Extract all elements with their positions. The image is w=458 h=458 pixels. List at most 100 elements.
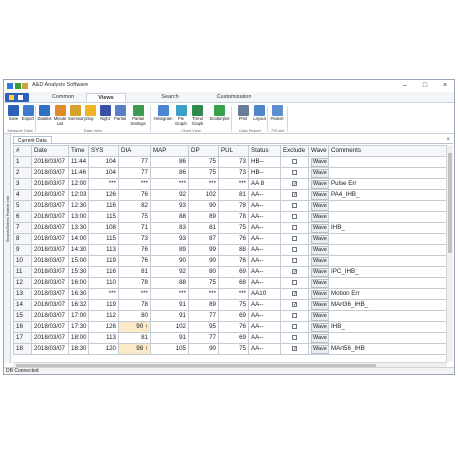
wave-button[interactable]: Wave: [311, 300, 328, 310]
column-header[interactable]: #: [13, 145, 32, 157]
export-button[interactable]: Export: [21, 105, 35, 122]
wave-button[interactable]: Wave: [311, 256, 328, 266]
cell-comment[interactable]: Pulse Err: [328, 177, 448, 190]
wave-button[interactable]: Wave: [311, 234, 328, 244]
vertical-scrollbar[interactable]: [446, 145, 453, 362]
partial-settings-button[interactable]: Partial Settings: [128, 105, 148, 126]
cell-comment[interactable]: MArt36_IHB_: [328, 298, 448, 311]
table-row[interactable]: 3 2018/03/07 12:00 *** *** *** *** *** AA 8 ✓ Wave…: [13, 177, 448, 190]
exclude-checkbox[interactable]: [292, 334, 297, 340]
wave-button[interactable]: Wave: [311, 157, 328, 167]
trend-graph-button[interactable]: Trend Graph: [190, 105, 205, 126]
minute-list-button[interactable]: Minute List: [53, 105, 67, 126]
file-menu-button[interactable]: [5, 93, 29, 102]
exclude-checkbox[interactable]: ✓: [292, 290, 297, 296]
quick-folder-icon[interactable]: [22, 83, 28, 89]
cell-comment[interactable]: [328, 166, 448, 179]
cell-comment[interactable]: PA4_IHB_: [328, 188, 448, 201]
wave-button[interactable]: Wave: [311, 333, 328, 343]
cell-comment[interactable]: [328, 309, 448, 322]
wave-button[interactable]: Wave: [311, 245, 328, 255]
table-row[interactable]: 13 2018/03/07 16:30 *** *** *** *** *** AA10 ✓ Wav…: [13, 287, 448, 300]
column-header[interactable]: DP: [188, 145, 219, 157]
minimize-button[interactable]: –: [398, 81, 412, 90]
cell-comment[interactable]: IPC_IHB_: [328, 265, 448, 278]
wave-button[interactable]: Wave: [311, 201, 328, 211]
scroll-thumb[interactable]: [448, 153, 452, 253]
cell-comment[interactable]: [328, 232, 448, 245]
cell-comment[interactable]: Motion Err: [328, 287, 448, 300]
exclude-checkbox[interactable]: [292, 235, 297, 241]
exclude-checkbox[interactable]: ✓: [292, 191, 297, 197]
table-row[interactable]: 7 2018/03/07 13:30 108 71 83 81 75 AA-- Wave IHB_: [13, 221, 448, 234]
exclude-checkbox[interactable]: [292, 169, 297, 175]
patient-side-panel[interactable]: Search/Select Patient Info: [4, 134, 11, 363]
cell-comment[interactable]: IHB_: [328, 320, 448, 333]
histogram-button[interactable]: Histogram: [152, 105, 174, 122]
exclude-checkbox[interactable]: ✓: [292, 180, 297, 186]
column-header[interactable]: Comments: [328, 145, 448, 157]
table-row[interactable]: 8 2018/03/07 14:00 115 73 93 87 76 AA-- Wave: [13, 232, 448, 245]
exclude-checkbox[interactable]: [292, 213, 297, 219]
quick-save-icon[interactable]: [15, 83, 21, 89]
wave-button[interactable]: Wave: [311, 289, 328, 299]
table-row[interactable]: 18 2018/03/07 18:30 120 98 ↑ 105 90 75 AA-- ✓ Wave…: [13, 342, 448, 355]
exclude-checkbox[interactable]: [292, 279, 297, 285]
night-button[interactable]: Night: [98, 105, 112, 122]
column-header[interactable]: Status: [248, 145, 281, 157]
wave-button[interactable]: Wave: [311, 267, 328, 277]
wave-button[interactable]: Wave: [311, 278, 328, 288]
document-close-icon[interactable]: ×: [446, 137, 450, 143]
table-row[interactable]: 11 2018/03/07 15:30 116 81 92 80 69 AA-- ✓ Wave IPC…: [13, 265, 448, 278]
summary-button[interactable]: Summary: [68, 105, 86, 122]
wave-button[interactable]: Wave: [311, 311, 328, 321]
close-button[interactable]: ×: [438, 81, 452, 90]
table-row[interactable]: 1 2018/03/07 11:44 104 77 86 75 73 HB-- Wave: [13, 155, 448, 168]
wave-button[interactable]: Wave: [311, 168, 328, 178]
exclude-checkbox[interactable]: [292, 158, 297, 164]
tab-search[interactable]: Search: [154, 93, 186, 102]
cell-comment[interactable]: [328, 331, 448, 344]
pie-graph-button[interactable]: Pie Graph: [174, 105, 188, 126]
exclude-checkbox[interactable]: ✓: [292, 345, 297, 351]
cell-comment[interactable]: [328, 276, 448, 289]
cell-comment[interactable]: MArt56_IHB: [328, 342, 448, 355]
table-row[interactable]: 5 2018/03/07 12:30 116 82 93 90 78 AA-- Wave: [13, 199, 448, 212]
patient-button[interactable]: Patient: [269, 105, 285, 122]
table-row[interactable]: 12 2018/03/07 16:00 110 78 88 75 68 AA-- Wave: [13, 276, 448, 289]
layout-button[interactable]: Layout: [252, 105, 267, 122]
wave-button[interactable]: Wave: [311, 322, 328, 332]
column-header[interactable]: Wave: [308, 145, 329, 157]
cell-comment[interactable]: [328, 243, 448, 256]
wave-button[interactable]: Wave: [311, 223, 328, 233]
column-header[interactable]: Time: [68, 145, 89, 157]
table-row[interactable]: 15 2018/03/07 17:00 112 80 91 77 69 AA-- Wave: [13, 309, 448, 322]
exclude-checkbox[interactable]: [292, 323, 297, 329]
exclude-checkbox[interactable]: [292, 246, 297, 252]
cell-comment[interactable]: IHB_: [328, 221, 448, 234]
cell-comment[interactable]: [328, 155, 448, 168]
scatterplot-button[interactable]: Scatterplot: [207, 105, 232, 122]
table-row[interactable]: 2 2018/03/07 11:46 104 77 86 75 73 HB-- Wave: [13, 166, 448, 179]
cell-comment[interactable]: [328, 210, 448, 223]
exclude-checkbox[interactable]: [292, 202, 297, 208]
table-row[interactable]: 14 2018/03/07 16:32 119 78 91 89 75 AA-- ✓ Wave MAr…: [13, 298, 448, 311]
column-header[interactable]: Exclude: [280, 145, 309, 157]
wave-button[interactable]: Wave: [311, 344, 328, 354]
table-row[interactable]: 10 2018/03/07 15:00 119 76 90 90 76 AA-- Wave: [13, 254, 448, 267]
exclude-checkbox[interactable]: ✓: [292, 268, 297, 274]
datalist-button[interactable]: Datalist: [37, 105, 52, 122]
exclude-checkbox[interactable]: ✓: [292, 301, 297, 307]
exclude-checkbox[interactable]: [292, 224, 297, 230]
tab-views[interactable]: Views: [86, 93, 126, 102]
save-button[interactable]: Save: [7, 105, 20, 122]
column-header[interactable]: Date: [31, 145, 69, 157]
maximize-button[interactable]: □: [418, 81, 432, 90]
table-row[interactable]: 9 2018/03/07 14:30 113 76 89 99 88 AA-- Wave: [13, 243, 448, 256]
table-row[interactable]: 6 2018/03/07 13:00 115 75 88 89 78 AA-- Wave: [13, 210, 448, 223]
day-button[interactable]: Day: [84, 105, 96, 122]
cell-comment[interactable]: [328, 199, 448, 212]
exclude-checkbox[interactable]: [292, 312, 297, 318]
table-row[interactable]: 16 2018/03/07 17:30 126 90 ↑ 102 95 76 AA-- Wave I…: [13, 320, 448, 333]
exclude-checkbox[interactable]: [292, 257, 297, 263]
